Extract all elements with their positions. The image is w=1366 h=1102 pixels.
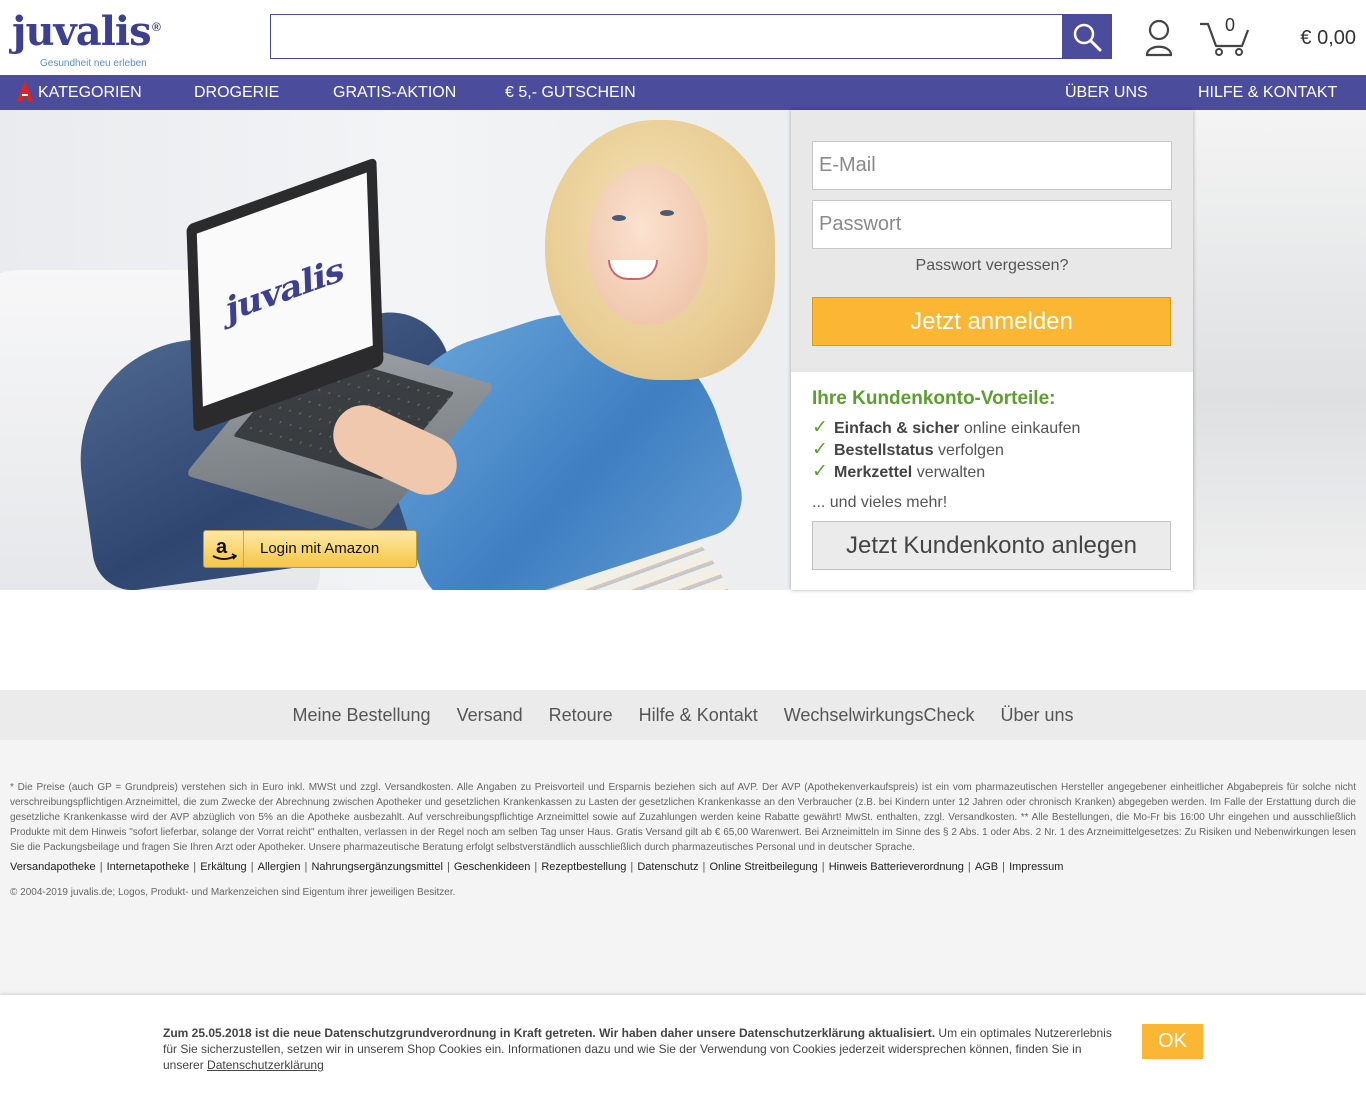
footer-info: * Die Preise (auch GP = Grundpreis) vers… [0, 740, 1366, 995]
benefit-rest: verfolgen [933, 442, 1004, 459]
hero-laptop-display: juvalis [196, 172, 373, 407]
hero-woman-face [588, 165, 708, 325]
footer-link-retoure[interactable]: Retoure [549, 705, 613, 726]
nav-item-ueber-uns[interactable]: Über uns [1065, 75, 1148, 110]
login-form: Passwort vergessen? Jetzt anmelden [791, 110, 1193, 372]
nav-label: Hilfe & Kontakt [1198, 84, 1338, 101]
benefit-item: ✓ Einfach & sicher online einkaufen [812, 416, 1080, 439]
create-account-button[interactable]: Jetzt Kundenkonto anlegen [812, 521, 1171, 570]
hero-laptop-logo: juvalis [225, 248, 344, 331]
nav-label: € 5,- Gutschein [505, 84, 636, 101]
privacy-policy-link[interactable]: Datenschutzerklärung [207, 1058, 324, 1072]
search-icon [1073, 23, 1101, 51]
nav-item-gratis-aktion[interactable]: Gratis-Aktion [333, 75, 456, 110]
legal-link-internetapotheke[interactable]: Internetapotheke [107, 861, 190, 873]
password-field[interactable] [812, 200, 1172, 249]
apotheke-a-icon [17, 81, 33, 101]
user-icon [1145, 19, 1173, 57]
legal-link-geschenkideen[interactable]: Geschenkideen [454, 861, 530, 873]
check-icon: ✓ [812, 417, 828, 438]
nav-label: Gratis-Aktion [333, 84, 457, 101]
cookie-text: Zum 25.05.2018 ist die neue Datenschutzg… [163, 1025, 1123, 1073]
cookie-bold-text: Zum 25.05.2018 ist die neue Datenschutzg… [163, 1026, 936, 1040]
search-bar [270, 14, 1112, 59]
cart-button[interactable]: 0 [1198, 12, 1258, 58]
benefit-item: ✓ Bestellstatus verfolgen [812, 438, 1004, 461]
juvalis-logo[interactable]: juvalis ® Gesundheit neu erleben [12, 8, 172, 70]
nav-item-kategorien[interactable]: Kategorien [16, 75, 142, 110]
amazon-icon: a [212, 536, 237, 560]
footer-link-versand[interactable]: Versand [457, 705, 523, 726]
nav-label: Über uns [1065, 84, 1148, 101]
legal-link-rezeptbestellung[interactable]: Rezeptbestellung [541, 861, 626, 873]
nav-item-hilfe-kontakt[interactable]: Hilfe & Kontakt [1198, 75, 1337, 110]
nav-label: Drogerie [194, 84, 280, 101]
footer-link-ueber-uns[interactable]: Über uns [1000, 705, 1073, 726]
legal-link-erkaeltung[interactable]: Erkältung [200, 861, 246, 873]
legal-notice: * Die Preise (auch GP = Grundpreis) vers… [10, 782, 1356, 853]
account-button[interactable] [1142, 18, 1176, 58]
copyright: © 2004-2019 juvalis.de; Logos, Produkt- … [10, 887, 456, 898]
footer-link-bar: Meine Bestellung Versand Retoure Hilfe &… [0, 690, 1366, 740]
benefit-bold: Bestellstatus [834, 442, 934, 459]
footer-link-meine-bestellung[interactable]: Meine Bestellung [292, 705, 430, 726]
search-button[interactable] [1062, 15, 1111, 58]
check-icon: ✓ [812, 439, 828, 460]
check-icon: ✓ [812, 461, 828, 482]
main-navigation: Kategorien Drogerie Gratis-Aktion € 5,- … [0, 75, 1366, 110]
cookie-ok-button[interactable]: OK [1142, 1024, 1203, 1059]
benefits-title: Ihre Kundenkonto-Vorteile: [812, 388, 1056, 409]
nav-item-gutschein[interactable]: € 5,- Gutschein [505, 75, 636, 110]
login-submit-button[interactable]: Jetzt anmelden [812, 297, 1171, 346]
nav-item-drogerie[interactable]: Drogerie [194, 75, 279, 110]
benefits-more: ... und vieles mehr! [812, 494, 948, 511]
amazon-logo-box: a [204, 531, 244, 567]
login-with-amazon-button[interactable]: a Login mit Amazon [203, 530, 417, 568]
hero-eye [660, 210, 674, 216]
benefit-bold: Merkzettel [834, 464, 913, 481]
cart-count-badge: 0 [1225, 15, 1236, 35]
footer-link-hilfe-kontakt[interactable]: Hilfe & Kontakt [639, 705, 758, 726]
benefit-rest: verwalten [912, 464, 986, 481]
hero-eye [612, 215, 626, 221]
legal-links: Versandapotheke | Internetapotheke | Erk… [10, 861, 1064, 873]
header: juvalis ® Gesundheit neu erleben 0 € 0,0… [0, 0, 1366, 75]
benefit-item: ✓ Merkzettel verwalten [812, 460, 985, 483]
legal-link-batterieverordnung[interactable]: Hinweis Batterieverordnung [829, 861, 964, 873]
login-panel: Passwort vergessen? Jetzt anmelden Ihre … [791, 110, 1193, 590]
amazon-login-label: Login mit Amazon [260, 540, 380, 557]
benefit-rest: online einkaufen [959, 420, 1081, 437]
benefit-bold: Einfach & sicher [834, 420, 960, 437]
cookie-banner: Zum 25.05.2018 ist die neue Datenschutzg… [0, 995, 1366, 1102]
logo-tagline: Gesundheit neu erleben [40, 58, 147, 69]
search-input[interactable] [271, 15, 1061, 58]
nav-label: Kategorien [38, 84, 142, 101]
legal-link-datenschutz[interactable]: Datenschutz [637, 861, 698, 873]
cart-total[interactable]: € 0,00 [1300, 27, 1356, 50]
logo-registered-mark: ® [152, 20, 161, 34]
logo-wordmark: juvalis [12, 8, 152, 55]
legal-link-agb[interactable]: AGB [975, 861, 998, 873]
legal-link-online-streitbeilegung[interactable]: Online Streitbeilegung [709, 861, 817, 873]
hero-sofa-right [1190, 110, 1366, 590]
legal-link-impressum[interactable]: Impressum [1009, 861, 1063, 873]
legal-link-nahrungsergaenzungsmittel[interactable]: Nahrungsergänzungsmittel [311, 861, 442, 873]
legal-link-allergien[interactable]: Allergien [258, 861, 301, 873]
legal-link-versandapotheke[interactable]: Versandapotheke [10, 861, 96, 873]
footer-link-wechselwirkungscheck[interactable]: WechselwirkungsCheck [784, 705, 975, 726]
svg-text:a: a [216, 536, 228, 558]
email-field[interactable] [812, 141, 1172, 190]
forgot-password-link[interactable]: Passwort vergessen? [791, 257, 1193, 275]
